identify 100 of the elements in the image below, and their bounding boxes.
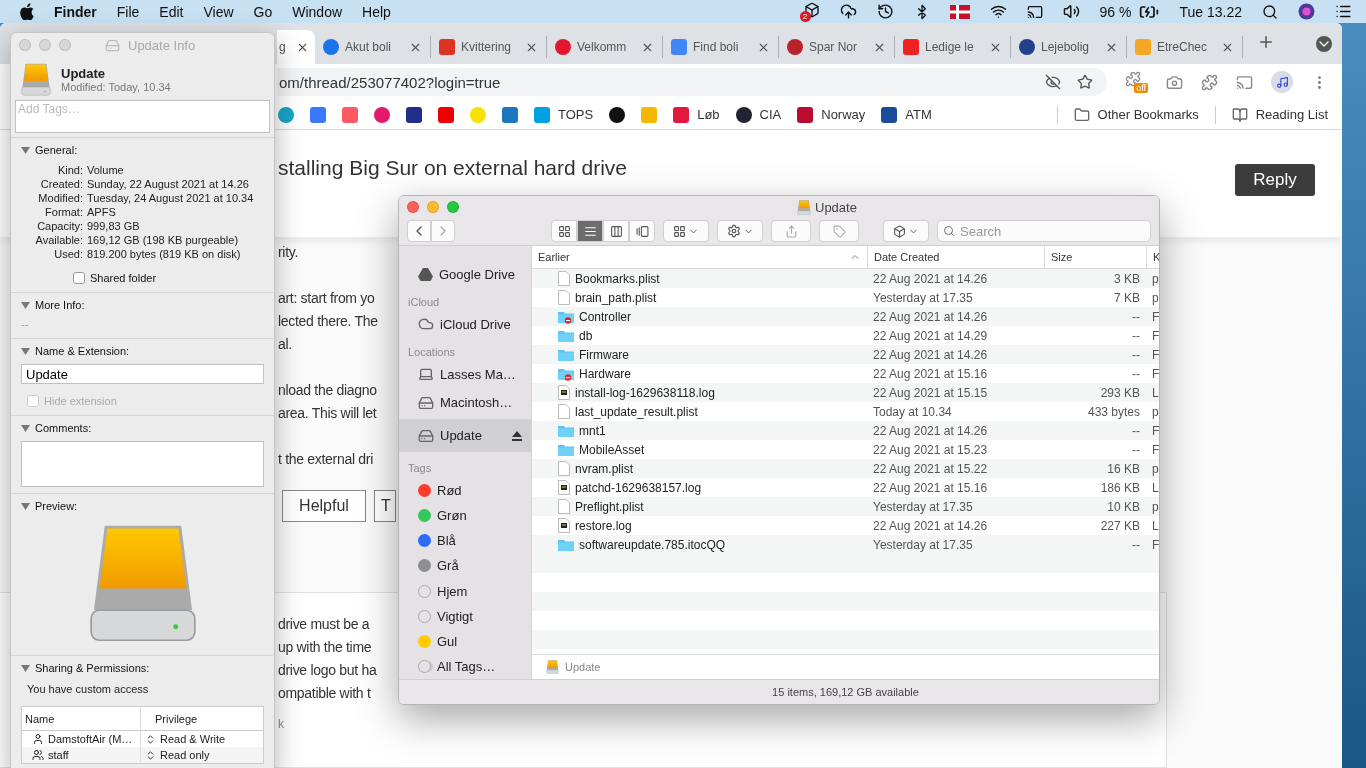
tag-item[interactable]: All Tags…: [399, 653, 531, 679]
section-toggle[interactable]: General:: [21, 144, 264, 156]
file-row[interactable]: brain_path.plist Yesterday at 17.35 7 KB p: [532, 288, 1159, 307]
privilege-selector[interactable]: Read only: [140, 747, 263, 763]
file-row[interactable]: restore.log 22 Aug 2021 at 14.26 227 KB L: [532, 516, 1159, 535]
bookmark[interactable]: [406, 106, 422, 123]
sidebar-item[interactable]: Update: [399, 419, 531, 453]
section-toggle[interactable]: Sharing & Permissions:: [21, 662, 264, 674]
file-row[interactable]: install-log-1629638118.log 22 Aug 2021 at 15.15 293 KB L: [532, 383, 1159, 402]
profile-avatar[interactable]: [1271, 71, 1293, 93]
star-icon[interactable]: [1077, 74, 1093, 90]
browser-tab[interactable]: Ledige le: [895, 36, 1011, 58]
address-bar[interactable]: om/thread/253077402?login=true: [277, 68, 1107, 96]
view-button[interactable]: [551, 220, 577, 242]
section-toggle[interactable]: Name & Extension:: [21, 345, 264, 357]
search-field[interactable]: Search: [937, 220, 1151, 242]
sidebar-item[interactable]: Google Drive: [399, 262, 531, 287]
menu-item[interactable]: Edit: [159, 3, 184, 20]
menu-item[interactable]: Window: [292, 3, 343, 20]
browser-tab[interactable]: Akut boli: [315, 36, 431, 58]
bookmark[interactable]: [609, 106, 626, 123]
tab-list-icon[interactable]: [1316, 36, 1332, 52]
menu-item[interactable]: Go: [253, 3, 273, 20]
wifi-icon[interactable]: [989, 3, 1007, 20]
browser-tab[interactable]: Velkomm: [547, 36, 663, 58]
menu-item[interactable]: File: [116, 3, 140, 20]
file-row[interactable]: Hardware 22 Aug 2021 at 15.16 -- F: [532, 364, 1159, 383]
comments-field[interactable]: [21, 441, 264, 487]
view-button[interactable]: [603, 220, 629, 242]
close-button[interactable]: [407, 201, 419, 213]
file-row[interactable]: patchd-1629638157.log 22 Aug 2021 at 15.16 186 KB L: [532, 478, 1159, 497]
file-row[interactable]: Controller 22 Aug 2021 at 14.26 -- F: [532, 307, 1159, 326]
volume-icon[interactable]: [1062, 3, 1080, 20]
list-icon[interactable]: [1335, 3, 1352, 20]
history-icon[interactable]: [876, 3, 894, 20]
eye-off-icon[interactable]: [1045, 74, 1061, 90]
view-button[interactable]: [577, 220, 603, 242]
file-row[interactable]: softwareupdate.785.itocQQ Yesterday at 17.35 -- F: [532, 535, 1159, 554]
tag-item[interactable]: Grå: [399, 553, 531, 579]
bookmark-folder[interactable]: Reading List: [1231, 106, 1328, 123]
screen-mirroring-icon[interactable]: [1026, 3, 1043, 20]
browser-tab[interactable]: Spar Nor: [779, 36, 895, 58]
puzzle-icon[interactable]: [1201, 73, 1218, 91]
cloud-upload-icon[interactable]: [839, 3, 857, 20]
vote-button[interactable]: T: [374, 490, 396, 522]
browser-tab[interactable]: Lejebolig: [1011, 36, 1127, 58]
section-toggle[interactable]: Comments:: [21, 422, 264, 434]
bookmark[interactable]: TOPS: [534, 106, 594, 123]
browser-tab[interactable]: Kvittering: [431, 36, 547, 58]
cast-icon[interactable]: [1236, 73, 1253, 91]
browser-tab[interactable]: EtreChec: [1127, 36, 1243, 58]
file-row[interactable]: last_update_result.plist Today at 10.34 433 bytes p: [532, 402, 1159, 421]
tag-item[interactable]: Rød: [399, 478, 531, 504]
flag-icon[interactable]: [949, 4, 970, 19]
path-item[interactable]: Update: [565, 661, 601, 673]
bookmark[interactable]: Løb: [673, 106, 720, 123]
tag-item[interactable]: Blå: [399, 528, 531, 554]
tags-field[interactable]: Add Tags…: [15, 100, 270, 133]
browser-tab[interactable]: g: [277, 30, 315, 64]
bookmark[interactable]: Norway: [797, 106, 866, 123]
bookmark[interactable]: ATM: [881, 106, 932, 123]
bookmark[interactable]: CIA: [735, 106, 782, 123]
eject-icon[interactable]: [512, 430, 522, 441]
sidebar-item[interactable]: Lasses Ma…: [399, 362, 531, 387]
group-button[interactable]: [663, 220, 709, 242]
file-row[interactable]: MobileAsset 22 Aug 2021 at 15.23 -- F: [532, 440, 1159, 459]
section-toggle[interactable]: Preview:: [21, 500, 264, 512]
column-header[interactable]: Date Created: [867, 246, 1044, 268]
menu-item[interactable]: Help: [362, 3, 391, 20]
column-header[interactable]: Earlier: [532, 246, 867, 268]
column-header[interactable]: Size: [1044, 246, 1146, 268]
dropbox-button[interactable]: [883, 220, 929, 242]
file-row[interactable]: Bookmarks.plist 22 Aug 2021 at 14.26 3 KB p: [532, 269, 1159, 288]
search-icon[interactable]: [1262, 3, 1278, 20]
menu-item[interactable]: Finder: [54, 3, 97, 20]
table-cell-text: Today at 10.34: [872, 404, 953, 419]
file-row[interactable]: db 22 Aug 2021 at 14.29 -- F: [532, 326, 1159, 345]
action-button[interactable]: [717, 220, 763, 242]
sidebar-item[interactable]: Macintosh…: [399, 386, 531, 420]
new-tab-icon[interactable]: [1257, 33, 1275, 51]
tag-item[interactable]: Gul: [399, 628, 531, 654]
vote-button[interactable]: Helpful: [282, 490, 366, 522]
camera-icon[interactable]: [1166, 73, 1183, 91]
file-row[interactable]: Firmware 22 Aug 2021 at 14.26 -- F: [532, 345, 1159, 364]
file-row[interactable]: Preflight.plist Yesterday at 17.35 10 KB p: [532, 497, 1159, 516]
orb-icon[interactable]: [1298, 3, 1315, 20]
section-toggle[interactable]: More Info:: [21, 299, 264, 311]
tag-item[interactable]: Hjem: [399, 578, 531, 604]
file-row[interactable]: nvram.plist 22 Aug 2021 at 15.22 16 KB p: [532, 459, 1159, 478]
tag-item[interactable]: Grøn: [399, 503, 531, 529]
tag-item[interactable]: Vigtigt: [399, 603, 531, 629]
view-button[interactable]: [629, 220, 655, 242]
reply-button[interactable]: Reply: [1235, 164, 1315, 196]
file-row[interactable]: mnt1 22 Aug 2021 at 14.26 -- F: [532, 421, 1159, 440]
bookmark-folder[interactable]: Other Bookmarks: [1073, 106, 1199, 123]
name-field[interactable]: Update: [21, 364, 264, 384]
sidebar-item[interactable]: iCloud Drive: [399, 312, 531, 337]
shared-folder-checkbox[interactable]: Shared folder: [73, 272, 264, 284]
menu-item[interactable]: View: [203, 3, 234, 20]
browser-tab[interactable]: Find boli: [663, 36, 779, 58]
